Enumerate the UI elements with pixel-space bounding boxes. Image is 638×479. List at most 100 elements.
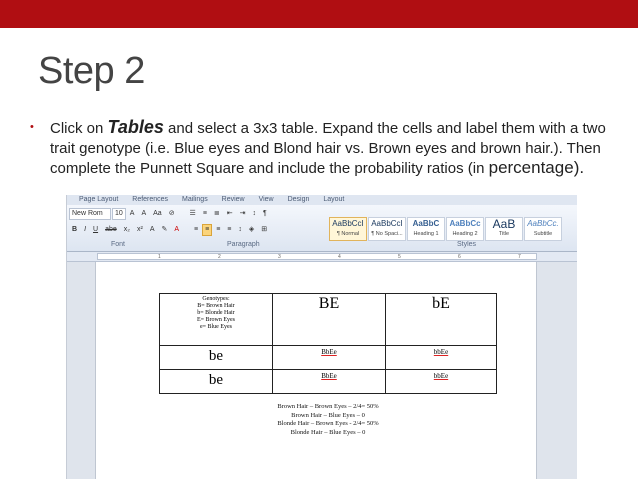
multilevel-icon[interactable]: ≣ <box>211 208 223 220</box>
style-sample: AaBbCc. <box>527 219 559 228</box>
header-allele: BE <box>318 295 340 312</box>
bullet-dot-icon: • <box>30 121 34 133</box>
font-size-select[interactable]: 10 <box>112 208 126 220</box>
align-center-icon[interactable]: ≡ <box>202 224 213 236</box>
document-page[interactable]: Genotypes: B= Brown Hair b= Blonde Hair … <box>95 262 537 479</box>
probability-list: Brown Hair – Brown Eyes – 2/4= 50% Brown… <box>243 403 413 437</box>
tab-design[interactable]: Design <box>288 195 310 205</box>
tab-layout[interactable]: Layout <box>323 195 344 205</box>
row-label-cell[interactable]: be <box>159 369 273 394</box>
justify-icon[interactable]: ≡ <box>224 224 234 236</box>
increase-indent-icon[interactable]: ⇥ <box>237 208 249 220</box>
bullet-text-part3: ). <box>573 158 585 177</box>
style-name: ¶ No Spaci... <box>371 231 403 237</box>
underline-icon[interactable]: U <box>90 224 101 236</box>
style-heading-2[interactable]: AaBbCc Heading 2 <box>446 217 484 241</box>
style-sample: AaBbC <box>412 219 440 228</box>
legend-line: B= Brown Hair <box>197 303 235 309</box>
borders-icon[interactable]: ⊞ <box>258 224 270 236</box>
tab-view[interactable]: View <box>259 195 274 205</box>
table-row: be BbEe bbEe <box>159 345 497 370</box>
numbering-icon[interactable]: ≡ <box>200 208 210 220</box>
grow-font-icon[interactable]: A <box>127 208 138 220</box>
header-allele: bE <box>432 295 450 312</box>
superscript-icon[interactable]: x² <box>134 224 146 236</box>
ruler-mark: 1 <box>158 254 161 260</box>
bold-icon[interactable]: B <box>69 224 80 236</box>
shading-icon[interactable]: ◈ <box>246 224 257 236</box>
group-label-paragraph: Paragraph <box>227 241 260 248</box>
header-cell[interactable]: bE <box>385 293 497 346</box>
ruler-mark: 3 <box>278 254 281 260</box>
slide-title: Step 2 <box>38 50 145 92</box>
row-label: be <box>208 348 224 364</box>
row-label: be <box>208 372 224 388</box>
style-normal[interactable]: AaBbCcI ¶ Normal <box>329 217 367 241</box>
text-effects-icon[interactable]: A <box>147 224 158 236</box>
highlight-icon[interactable]: ✎ <box>159 224 171 236</box>
style-no-spacing[interactable]: AaBbCcI ¶ No Spaci... <box>368 217 406 241</box>
italic-icon[interactable]: I <box>81 224 89 236</box>
ruler: 1 2 3 4 5 6 7 <box>67 252 577 262</box>
ruler-track: 1 2 3 4 5 6 7 <box>97 253 537 260</box>
cell-genotype: BbEe <box>321 348 337 356</box>
genotype-legend-cell[interactable]: Genotypes: B= Brown Hair b= Blonde Hair … <box>159 293 273 346</box>
tab-mailings[interactable]: Mailings <box>182 195 208 205</box>
clear-format-icon[interactable]: ⊘ <box>166 208 178 220</box>
style-title[interactable]: AaB Title <box>485 217 523 241</box>
legend-line: b= Blonde Hair <box>197 310 235 316</box>
group-label-styles: Styles <box>457 241 477 248</box>
show-marks-icon[interactable]: ¶ <box>260 208 270 220</box>
ruler-mark: 4 <box>338 254 341 260</box>
font-color-icon[interactable]: A <box>171 224 182 236</box>
tab-references[interactable]: References <box>132 195 168 205</box>
bullets-icon[interactable]: ☰ <box>187 208 199 220</box>
subscript-icon[interactable]: x₂ <box>121 224 133 236</box>
ribbon-tab-bar: Page Layout References Mailings Review V… <box>67 195 577 205</box>
ribbon-row-1: New Rom 10 A A Aa ⊘ ☰ ≡ ≣ ⇤ ⇥ ↕ ¶ <box>69 208 271 220</box>
style-name: Heading 2 <box>452 231 478 237</box>
strikethrough-button[interactable]: abe <box>102 224 120 236</box>
style-sample: AaBbCcI <box>332 219 364 228</box>
genotype-legend: Genotypes: B= Brown Hair b= Blonde Hair … <box>160 294 272 331</box>
probability-line: Blonde Hair – Brown Eyes - 2/4= 50% <box>277 420 379 427</box>
style-sample: AaB <box>492 217 516 231</box>
style-subtitle[interactable]: AaBbCc. Subtitle <box>524 217 562 241</box>
ribbon: New Rom 10 A A Aa ⊘ ☰ ≡ ≣ ⇤ ⇥ ↕ ¶ B I Uabe x₂ x² A ✎ A ≡ ≡ ≡… <box>67 205 577 252</box>
table-cell[interactable]: bbEe <box>385 369 497 394</box>
ruler-mark: 7 <box>518 254 521 260</box>
table-cell[interactable]: bbEe <box>385 345 497 370</box>
sort-icon[interactable]: ↕ <box>250 208 260 220</box>
probability-line: Blonde Hair – Blue Eyes – 0 <box>290 428 366 436</box>
align-right-icon[interactable]: ≡ <box>213 224 223 236</box>
header-cell[interactable]: BE <box>272 293 386 346</box>
probability-line: Brown Hair – Blue Eyes – 0 <box>291 411 365 419</box>
bullet-paragraph: • Click on Tables and select a 3x3 table… <box>30 117 610 179</box>
line-spacing-icon[interactable]: ↕ <box>235 224 245 236</box>
tab-review[interactable]: Review <box>222 195 245 205</box>
shrink-font-icon[interactable]: A <box>138 208 149 220</box>
punnett-table[interactable]: Genotypes: B= Brown Hair b= Blonde Hair … <box>159 293 497 394</box>
legend-title: Genotypes: <box>202 296 230 302</box>
tab-page-layout[interactable]: Page Layout <box>79 195 118 205</box>
table-row: be BbEe bbEe <box>159 369 497 394</box>
bullet-text-part1: Click on <box>50 120 108 137</box>
row-label-cell[interactable]: be <box>159 345 273 370</box>
group-label-font: Font <box>111 241 126 248</box>
style-sample: AaBbCc <box>449 219 481 228</box>
bullet-text: Click on Tables and select a 3x3 table. … <box>30 117 610 179</box>
word-screenshot: Page Layout References Mailings Review V… <box>66 195 577 479</box>
table-cell[interactable]: BbEe <box>272 369 386 394</box>
ribbon-row-2: B I Uabe x₂ x² A ✎ A ≡ ≡ ≡ ≡ ↕ ◈ ⊞ <box>69 224 271 236</box>
style-heading-1[interactable]: AaBbC Heading 1 <box>407 217 445 241</box>
change-case-icon[interactable]: Aa <box>150 208 165 220</box>
align-left-icon[interactable]: ≡ <box>191 224 201 236</box>
ruler-mark: 2 <box>218 254 221 260</box>
font-name-select[interactable]: New Rom <box>69 208 111 220</box>
style-name: ¶ Normal <box>336 231 360 237</box>
ruler-mark: 6 <box>458 254 461 260</box>
accent-bar <box>0 0 638 28</box>
decrease-indent-icon[interactable]: ⇤ <box>224 208 236 220</box>
bullet-keyword-tables: Tables <box>107 117 164 137</box>
table-cell[interactable]: BbEe <box>272 345 386 370</box>
